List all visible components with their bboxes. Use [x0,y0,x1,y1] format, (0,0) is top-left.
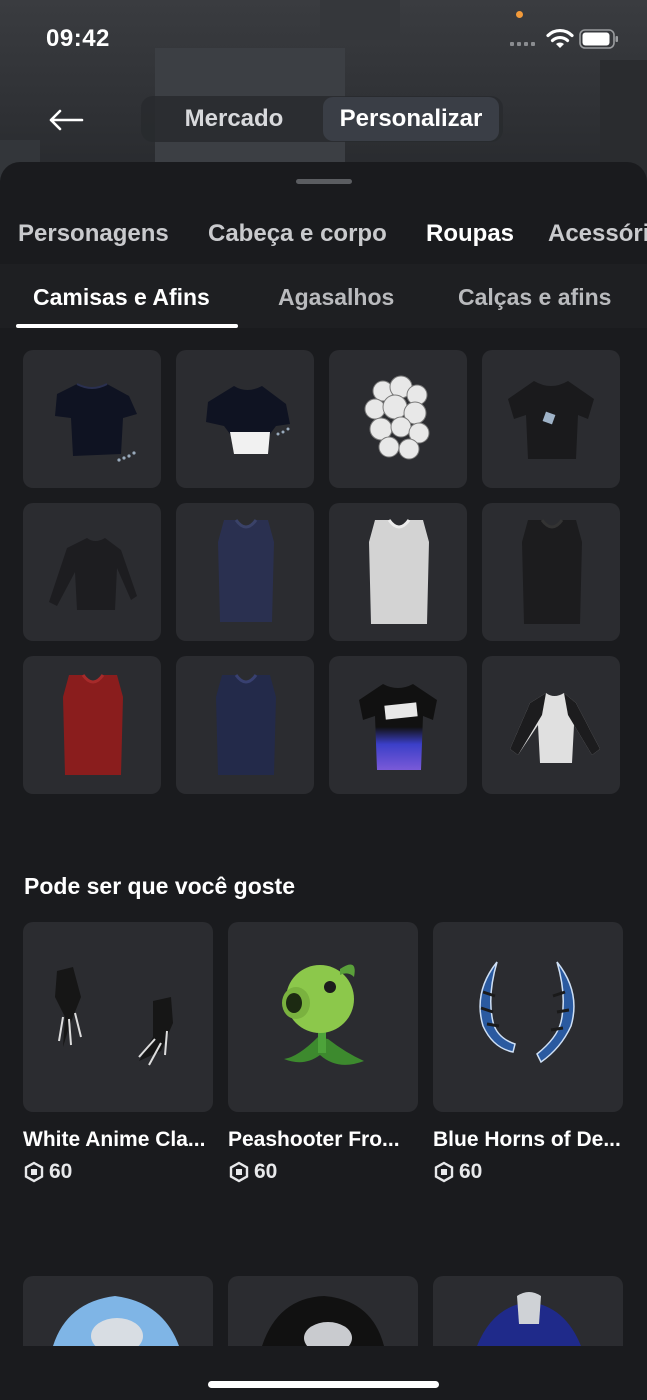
status-bar: 09:42 [0,0,647,80]
status-time: 09:42 [46,25,110,52]
item-tile[interactable] [176,350,314,488]
navy-tshirt-icon [55,383,137,462]
category-tab-cabeca-e-corpo[interactable]: Cabeça e corpo [208,220,387,248]
item-tile[interactable] [329,350,467,488]
item-price: 60 [228,1160,418,1184]
robux-icon [24,1161,44,1183]
item-tile[interactable] [23,350,161,488]
item-tile[interactable] [482,656,620,794]
item-name: Peashooter Fro... [228,1128,400,1151]
wifi-icon [546,28,574,48]
home-indicator[interactable] [208,1381,439,1388]
item-tile[interactable] [482,350,620,488]
tab-personalizar[interactable]: Personalizar [322,97,499,141]
item-price-value: 60 [459,1160,483,1183]
navy-hoodie-icon [477,1292,581,1346]
recommendation-card[interactable]: White Anime Cla... 60 [23,922,213,1184]
privacy-indicator-dot [516,11,523,18]
item-price: 60 [433,1160,623,1184]
navy-crop-top-icon [206,386,290,454]
item-name: White Anime Cla... [23,1128,206,1151]
white-roses-shirt-icon [364,375,430,460]
subtab-calcas-e-afins[interactable]: Calças e afins [458,284,611,311]
navy-tank-top-icon [218,519,274,622]
item-price-value: 60 [254,1160,278,1183]
black-hoodie-icon [262,1296,384,1346]
item-tile[interactable] [176,503,314,641]
back-button[interactable] [44,100,88,140]
item-price: 60 [23,1160,213,1184]
active-subtab-indicator [16,324,238,328]
light-blue-hoodie-icon [53,1296,179,1346]
subtab-agasalhos[interactable]: Agasalhos [278,284,394,311]
mode-segmented-control: Mercado Personalizar [141,96,503,142]
recommendation-card[interactable]: Blue Horns of De... 60 [433,922,623,1184]
cellular-signal-icon [510,42,535,46]
category-tab-personagens[interactable]: Personagens [18,220,169,248]
recommendation-card-partial[interactable] [23,1276,213,1346]
white-tank-top-icon [369,519,429,624]
black-longsleeve-icon [49,538,137,610]
arrow-left-icon [49,109,84,131]
category-tab-acessorios[interactable]: Acessórios [548,220,647,248]
red-tank-top-icon [63,674,123,775]
customize-sheet: Personagens Cabeça e corpo Roupas Acessó… [0,162,647,1400]
item-tile[interactable] [23,503,161,641]
recommendations-title: Pode ser que você goste [24,873,295,899]
tab-mercado[interactable]: Mercado [145,97,323,141]
subcategory-tabs: Camisas e Afins Agasalhos Calças e afins [0,264,647,328]
recommendation-card-partial[interactable] [228,1276,418,1346]
category-tabs: Personagens Cabeça e corpo Roupas Acessó… [0,210,647,258]
item-price-value: 60 [49,1160,73,1183]
item-tile[interactable] [23,656,161,794]
item-tile[interactable] [482,503,620,641]
recommendation-card-partial[interactable] [433,1276,623,1346]
subtab-camisas-e-afins[interactable]: Camisas e Afins [33,284,210,311]
black-logo-tshirt-icon [508,381,594,459]
item-tile[interactable] [329,503,467,641]
recommendation-thumbnail [23,922,213,1112]
item-tile[interactable] [329,656,467,794]
robux-icon [229,1161,249,1183]
recommendation-thumbnail [433,922,623,1112]
blue-horns-icon [479,961,575,1064]
black-tank-top-icon [522,519,582,624]
anime-claws-icon [55,967,173,1066]
item-name: Blue Horns of De... [433,1128,621,1151]
item-tile[interactable] [176,656,314,794]
navy-tank-top-2-icon [216,674,276,775]
battery-icon [579,29,618,49]
graphic-gradient-tshirt-icon [359,684,437,770]
robux-icon [434,1161,454,1183]
sheet-drag-handle[interactable] [296,179,352,184]
recommendation-card[interactable]: Peashooter Fro... 60 [228,922,418,1184]
recommendation-thumbnail [228,922,418,1112]
category-tab-roupas[interactable]: Roupas [426,220,514,248]
peashooter-icon [282,964,364,1065]
raglan-longsleeve-icon [510,693,600,763]
